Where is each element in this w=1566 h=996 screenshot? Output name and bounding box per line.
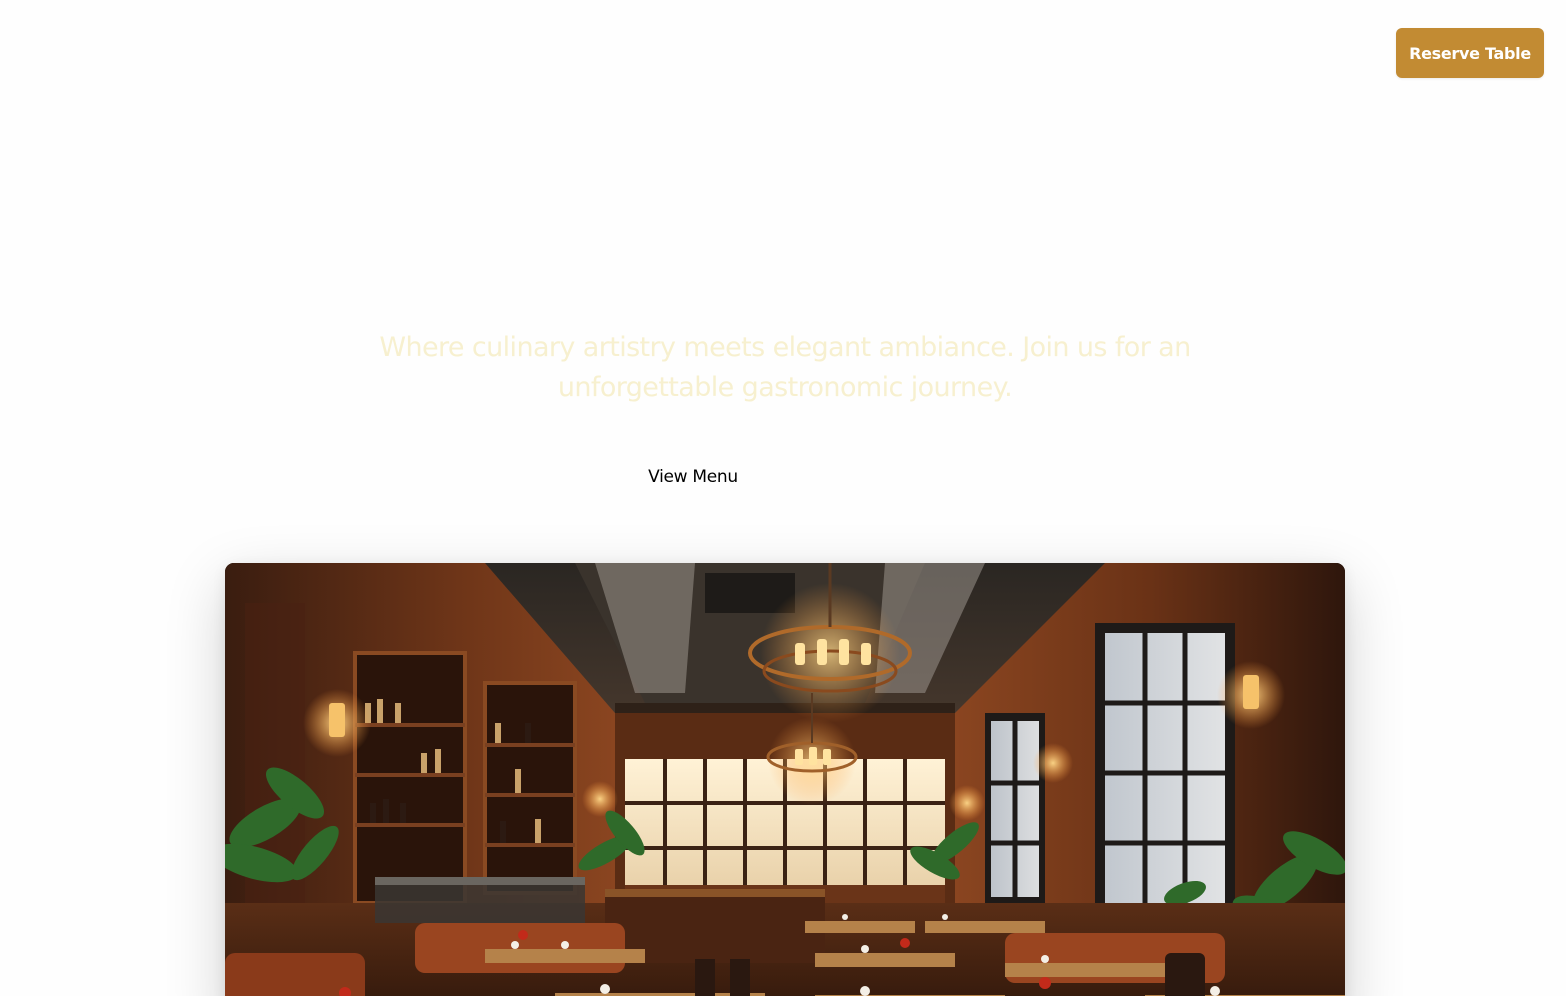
reserve-table-button[interactable]: Reserve Table (1396, 28, 1544, 78)
page: Reserve Table Where culinary artistry me… (0, 0, 1566, 996)
hero-tagline: Where culinary artistry meets elegant am… (379, 332, 1191, 403)
restaurant-interior-image (225, 563, 1345, 996)
restaurant-interior-illustration (225, 563, 1345, 996)
view-menu-button[interactable]: View Menu (628, 462, 758, 492)
